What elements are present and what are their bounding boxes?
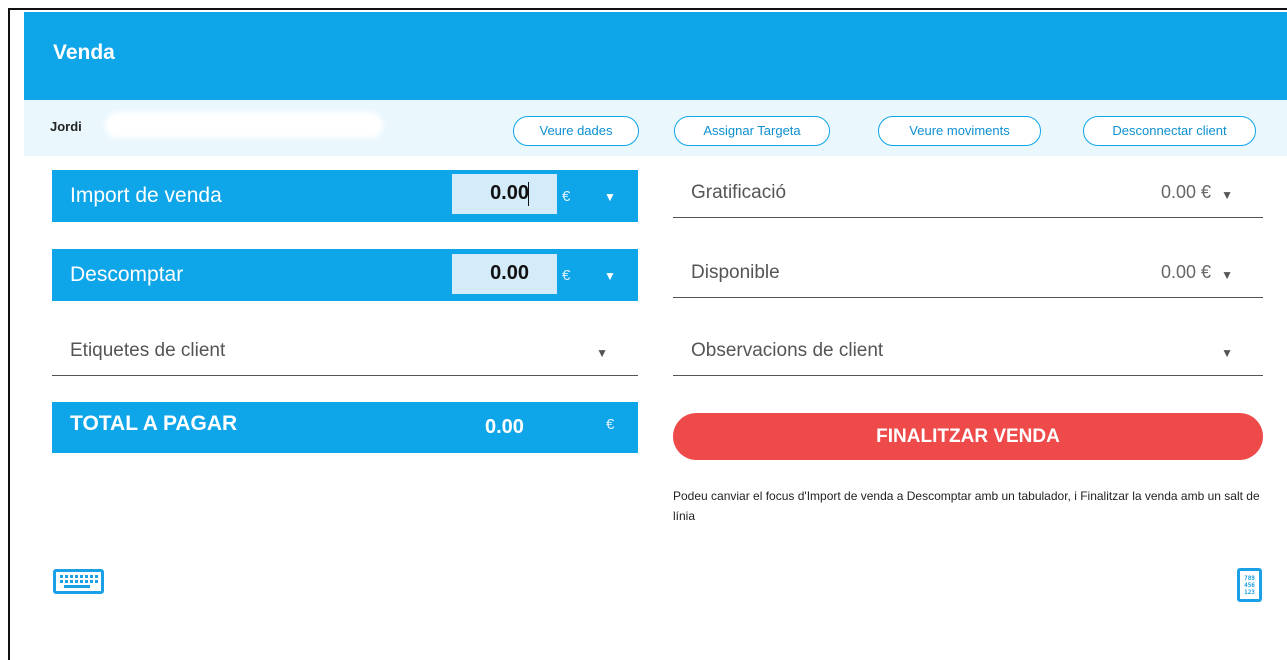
client-tags-dropdown-icon: ▼ bbox=[596, 346, 608, 360]
gratification-dropdown-icon: ▼ bbox=[1221, 188, 1233, 202]
total-currency: € bbox=[606, 416, 615, 433]
available-dropdown-icon: ▼ bbox=[1221, 268, 1233, 282]
sale-amount-currency: € bbox=[562, 188, 571, 205]
client-tags-label: Etiquetes de client bbox=[70, 340, 226, 361]
numpad-row: 456 bbox=[1244, 582, 1255, 589]
view-movements-button[interactable]: Veure moviments bbox=[878, 116, 1041, 146]
numpad-row: 123 bbox=[1244, 589, 1255, 596]
assign-card-button[interactable]: Assignar Targeta bbox=[674, 116, 830, 146]
client-observations-dropdown-icon: ▼ bbox=[1221, 346, 1233, 360]
available-field[interactable]: Disponible 0.00 € ▼ bbox=[673, 246, 1263, 298]
sale-amount-dropdown-icon[interactable]: ▼ bbox=[604, 190, 616, 204]
discount-field: Descomptar 0.00 € ▼ bbox=[52, 249, 638, 301]
page-header: Venda bbox=[24, 12, 1287, 100]
gratification-field[interactable]: Gratificació 0.00 € ▼ bbox=[673, 166, 1263, 218]
gratification-label: Gratificació bbox=[691, 182, 787, 203]
sale-amount-value: 0.00 bbox=[490, 182, 529, 204]
available-value: 0.00 € bbox=[1160, 262, 1211, 282]
numpad-row: 789 bbox=[1244, 575, 1255, 582]
view-data-button[interactable]: Veure dades bbox=[513, 116, 639, 146]
numpad-icon[interactable]: 789 456 123 bbox=[1237, 568, 1262, 602]
sale-amount-label: Import de venda bbox=[70, 184, 222, 207]
discount-label: Descomptar bbox=[70, 263, 184, 286]
total-to-pay: TOTAL A PAGAR 0.00 € bbox=[52, 402, 638, 453]
text-caret bbox=[528, 182, 529, 206]
client-observations-select[interactable]: Observacions de client ▼ bbox=[673, 324, 1263, 376]
discount-input[interactable]: 0.00 bbox=[452, 254, 557, 294]
discount-value: 0.00 bbox=[490, 262, 529, 284]
client-tags-select[interactable]: Etiquetes de client ▼ bbox=[52, 324, 638, 376]
finish-sale-button[interactable]: FINALITZAR VENDA bbox=[673, 413, 1263, 460]
available-label: Disponible bbox=[691, 262, 780, 283]
gratification-value: 0.00 € bbox=[1160, 182, 1211, 202]
total-value: 0.00 bbox=[485, 416, 524, 438]
disconnect-client-button[interactable]: Desconnectar client bbox=[1083, 116, 1256, 146]
sale-amount-input[interactable]: 0.00 bbox=[452, 174, 557, 214]
redacted-client-surname bbox=[109, 116, 379, 134]
client-bar: Jordi Veure dades Assignar Targeta Veure… bbox=[24, 100, 1287, 156]
total-label: TOTAL A PAGAR bbox=[70, 412, 238, 435]
discount-dropdown-icon[interactable]: ▼ bbox=[604, 269, 616, 283]
client-observations-label: Observacions de client bbox=[691, 340, 884, 361]
discount-currency: € bbox=[562, 267, 571, 284]
keyboard-icon[interactable] bbox=[53, 569, 104, 594]
sale-amount-field: Import de venda 0.00 € ▼ bbox=[52, 170, 638, 222]
client-name: Jordi bbox=[50, 119, 82, 134]
keyboard-hint: Podeu canviar el focus d'Import de venda… bbox=[673, 489, 1260, 523]
page-title: Venda bbox=[53, 41, 115, 64]
